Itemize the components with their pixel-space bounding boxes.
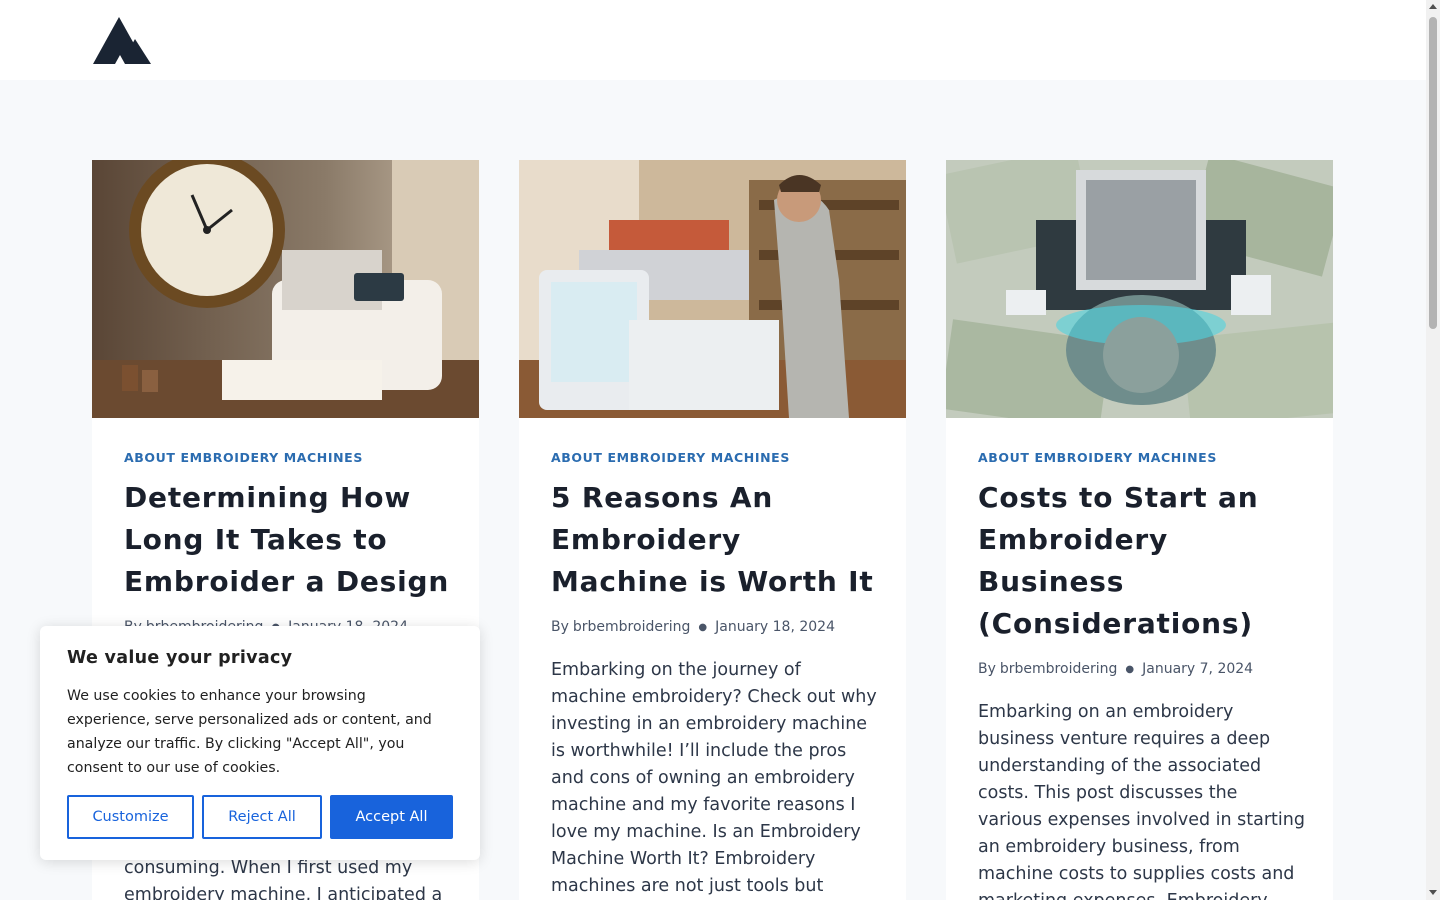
- post-category-link[interactable]: ABOUT EMBROIDERY MACHINES: [124, 450, 451, 465]
- triangle-mountain-logo-icon: [93, 17, 151, 64]
- post-content: ABOUT EMBROIDERY MACHINES Costs to Start…: [978, 450, 1305, 900]
- post-excerpt: consuming. When I first used my embroide…: [124, 858, 443, 900]
- post-date: January 18, 2024: [715, 619, 835, 635]
- post-meta: By brbembroidering ● January 18, 2024: [551, 619, 878, 635]
- post-date: January 7, 2024: [1142, 661, 1254, 677]
- post-author-link[interactable]: brbembroidering: [1000, 661, 1117, 677]
- cookie-banner-text: We use cookies to enhance your browsing …: [67, 688, 432, 776]
- sewing-machine-clock-image: [92, 160, 479, 418]
- post-excerpt: Embarking on an embroidery business vent…: [978, 702, 1305, 900]
- post-category-link[interactable]: ABOUT EMBROIDERY MACHINES: [551, 450, 878, 465]
- post-author-link[interactable]: brbembroidering: [573, 619, 690, 635]
- post-title[interactable]: Determining How Long It Takes to Embroid…: [124, 477, 451, 603]
- cookie-banner-actions: Customize Reject All Accept All: [67, 795, 453, 839]
- post-category-link[interactable]: ABOUT EMBROIDERY MACHINES: [978, 450, 1305, 465]
- post-by-label: By: [551, 619, 569, 635]
- meta-separator-dot-icon: ●: [698, 621, 708, 633]
- scroll-up-arrow-icon[interactable]: [1429, 4, 1437, 9]
- scrollbar-thumb[interactable]: [1429, 17, 1437, 329]
- post-thumbnail[interactable]: [946, 160, 1333, 418]
- site-logo[interactable]: [93, 17, 151, 64]
- post-card: ABOUT EMBROIDERY MACHINES Costs to Start…: [946, 160, 1333, 900]
- man-embroidery-machine-image: [519, 160, 906, 418]
- accept-all-button[interactable]: Accept All: [330, 795, 453, 839]
- site-header: [0, 0, 1426, 80]
- post-thumbnail[interactable]: [92, 160, 479, 418]
- post-title[interactable]: 5 Reasons An Embroidery Machine is Worth…: [551, 477, 878, 603]
- page-scrollbar[interactable]: [1426, 0, 1440, 900]
- post-thumbnail[interactable]: [519, 160, 906, 418]
- post-content: ABOUT EMBROIDERY MACHINES 5 Reasons An E…: [551, 450, 878, 900]
- reject-all-button[interactable]: Reject All: [202, 795, 322, 839]
- embroidery-machine-dollars-image: [946, 160, 1333, 418]
- cookie-banner-title: We value your privacy: [67, 648, 293, 668]
- customize-button[interactable]: Customize: [67, 795, 194, 839]
- post-excerpt: Embarking on the journey of machine embr…: [551, 660, 877, 896]
- post-title[interactable]: Costs to Start an Embroidery Business (C…: [978, 477, 1305, 645]
- cookie-consent-banner: We value your privacy We use cookies to …: [40, 626, 480, 860]
- post-by-label: By: [978, 661, 996, 677]
- post-card: ABOUT EMBROIDERY MACHINES 5 Reasons An E…: [519, 160, 906, 900]
- scroll-down-arrow-icon[interactable]: [1429, 890, 1437, 895]
- post-meta: By brbembroidering ● January 7, 2024: [978, 661, 1305, 677]
- meta-separator-dot-icon: ●: [1125, 663, 1135, 675]
